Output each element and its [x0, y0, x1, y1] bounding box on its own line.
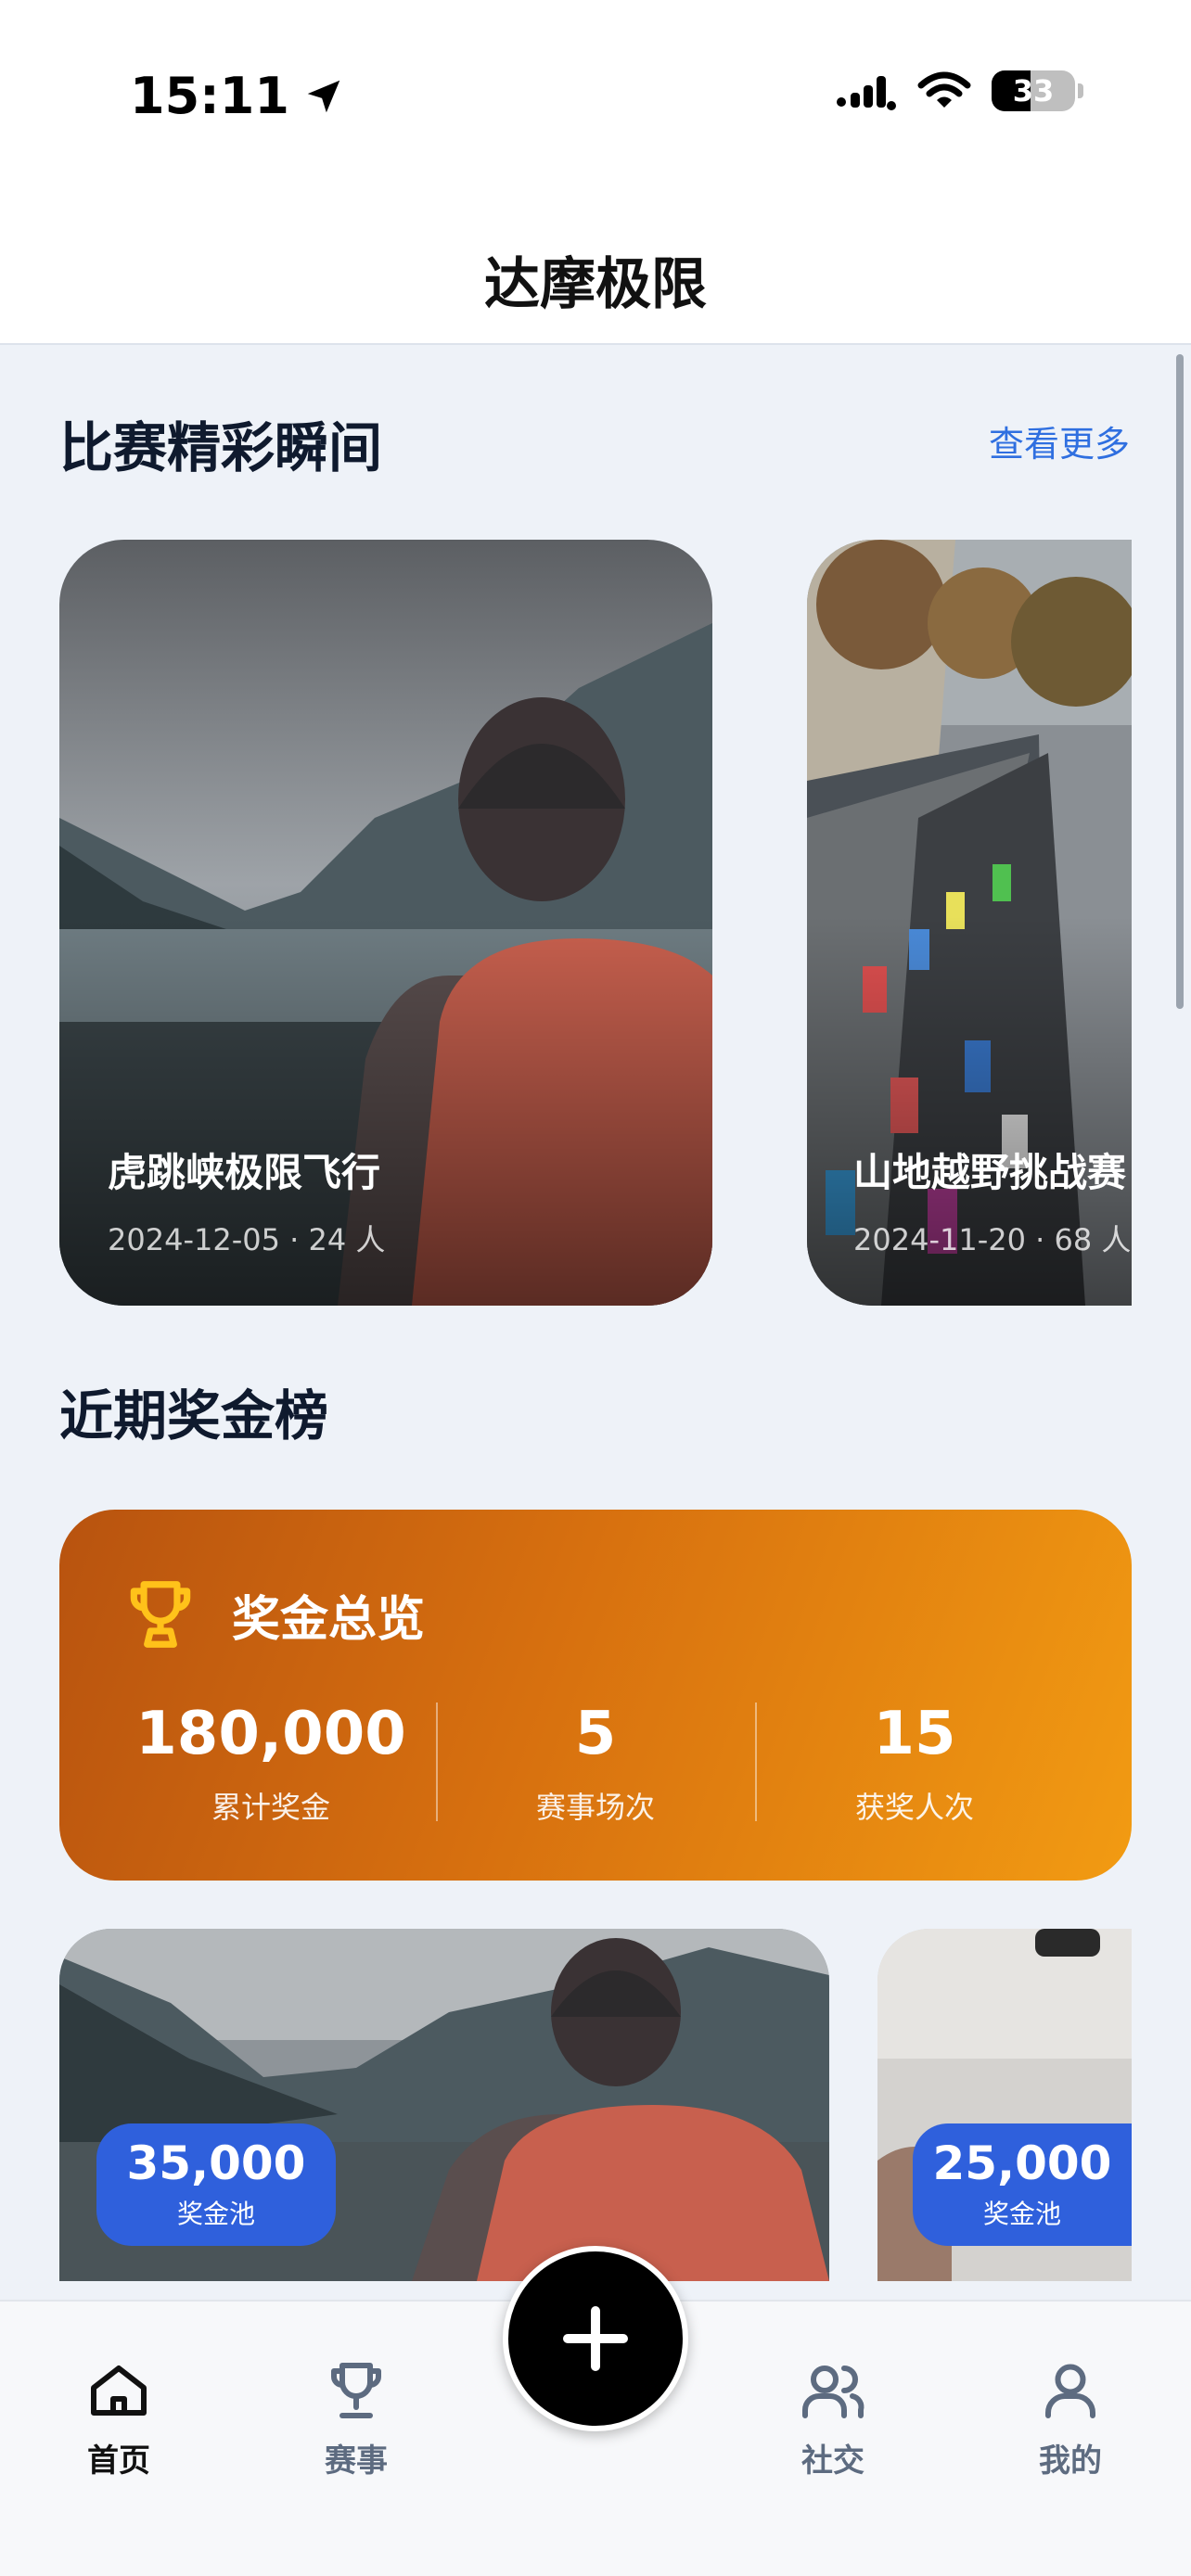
stat-total-prize: 180,000 累计奖金: [113, 1704, 429, 1827]
wifi-icon: [917, 71, 971, 108]
tab-label: 我的: [1039, 2442, 1102, 2480]
highlight-card-meta: 2024-12-05 · 24 人: [108, 1222, 386, 1257]
stat-winner-count: 15 获奖人次: [757, 1704, 1072, 1827]
prize-pool-label: 奖金池: [982, 2199, 1061, 2229]
prize-card[interactable]: 35,000 奖金池: [59, 1929, 829, 2281]
see-more-link[interactable]: 查看更多: [989, 415, 1130, 466]
stat-event-count: 5 赛事场次: [438, 1704, 753, 1827]
highlight-card[interactable]: 山地越野挑战赛 2024-11-20 · 68 人: [807, 540, 1132, 1306]
tab-label: 赛事: [325, 2442, 388, 2480]
stat-label: 获奖人次: [854, 1790, 974, 1825]
trophy-icon: [130, 1581, 191, 1648]
plus-icon: [563, 2306, 628, 2371]
tab-label: 首页: [87, 2442, 150, 2480]
tab-profile[interactable]: 我的: [996, 2357, 1145, 2480]
users-icon: [802, 2366, 864, 2418]
battery-icon: 33: [992, 70, 1075, 111]
top-bar: 15:11 33 达摩极限: [0, 0, 1191, 345]
user-icon: [1045, 2364, 1095, 2418]
stat-value: 180,000: [135, 1700, 406, 1768]
status-time: 15:11: [130, 67, 345, 125]
tab-events[interactable]: 赛事: [282, 2357, 430, 2480]
page-title: 达摩极限: [484, 252, 707, 317]
home-icon: [91, 2366, 147, 2416]
create-button[interactable]: [503, 2246, 688, 2431]
battery-indicator: 33: [992, 70, 1083, 111]
status-time-text: 15:11: [130, 67, 289, 125]
prize-overview-card: 奖金总览 180,000 累计奖金 5 赛事场次 15 获奖人次: [59, 1510, 1132, 1881]
stat-label: 累计奖金: [211, 1790, 330, 1825]
trophy-icon: [331, 2363, 381, 2418]
prize-card[interactable]: 25,000 奖金池: [877, 1929, 1132, 2281]
prize-board-section-title: 近期奖金榜: [59, 1384, 329, 1447]
prize-pool-badge: 35,000 奖金池: [96, 2123, 336, 2246]
prize-pool-amount: 25,000: [932, 2136, 1112, 2190]
highlight-card-title: 虎跳峡极限飞行: [108, 1150, 381, 1195]
stat-value: 15: [873, 1700, 956, 1768]
scrollbar[interactable]: [1176, 354, 1184, 1009]
tab-label: 社交: [801, 2442, 864, 2480]
tab-home[interactable]: 首页: [45, 2357, 193, 2480]
cellular-signal-icon: [837, 76, 896, 110]
highlight-card-title: 山地越野挑战赛: [853, 1150, 1127, 1195]
highlights-section-title: 比赛精彩瞬间: [59, 416, 383, 479]
highlight-card-meta: 2024-11-20 · 68 人: [853, 1222, 1132, 1257]
location-arrow-icon: [307, 80, 340, 112]
stat-value: 5: [574, 1700, 617, 1768]
prize-pool-badge: 25,000 奖金池: [913, 2123, 1132, 2246]
prize-overview-title: 奖金总览: [232, 1591, 426, 1648]
stat-label: 赛事场次: [535, 1790, 655, 1825]
tab-social[interactable]: 社交: [759, 2357, 907, 2480]
prize-pool-amount: 35,000: [126, 2136, 306, 2190]
highlight-card[interactable]: 虎跳峡极限飞行 2024-12-05 · 24 人: [59, 540, 712, 1306]
prize-pool-label: 奖金池: [176, 2199, 255, 2229]
battery-level: 33: [1012, 73, 1055, 108]
status-icons: 33: [836, 70, 1083, 111]
